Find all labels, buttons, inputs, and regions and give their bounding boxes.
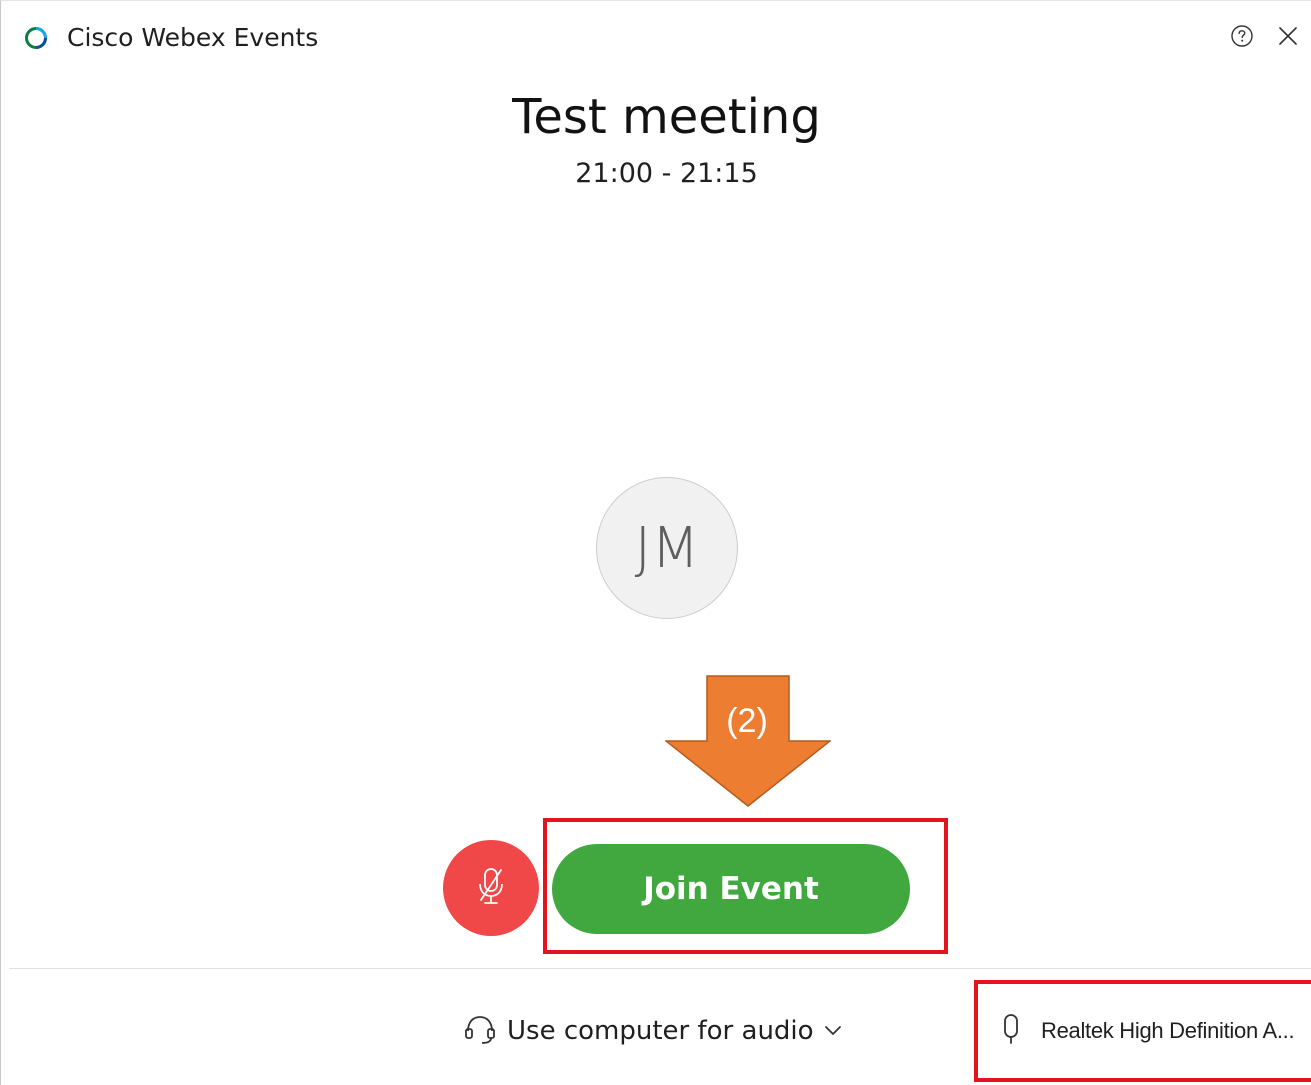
app-title: Cisco Webex Events bbox=[67, 23, 319, 52]
audio-option-label: Use computer for audio bbox=[507, 1016, 814, 1046]
help-icon bbox=[1230, 24, 1254, 52]
meeting-time: 21:00 - 21:15 bbox=[575, 158, 758, 189]
audio-connection-select[interactable]: Use computer for audio bbox=[463, 1009, 842, 1053]
title-bar: Cisco Webex Events bbox=[1, 1, 1311, 73]
meeting-title: Test meeting bbox=[512, 89, 821, 145]
close-button[interactable] bbox=[1273, 23, 1303, 53]
footer-divider bbox=[9, 968, 1311, 969]
close-icon bbox=[1277, 25, 1299, 51]
webex-logo-icon bbox=[25, 27, 47, 49]
webex-join-window: Cisco Webex Events Test meeting 21:00 - … bbox=[0, 0, 1311, 1085]
microphone-muted-icon bbox=[476, 866, 506, 910]
avatar: JM bbox=[596, 477, 738, 619]
step-label: (2) bbox=[726, 702, 768, 740]
headset-icon bbox=[463, 1012, 497, 1050]
microphone-icon bbox=[1001, 1012, 1021, 1050]
avatar-initials: JM bbox=[634, 515, 700, 581]
help-button[interactable] bbox=[1227, 23, 1257, 53]
join-event-button[interactable]: Join Event bbox=[552, 844, 910, 934]
chevron-down-icon bbox=[824, 1025, 842, 1037]
microphone-select[interactable]: Realtek High Definition A... bbox=[1001, 1009, 1295, 1053]
mute-button[interactable] bbox=[443, 840, 539, 936]
microphone-select-label: Realtek High Definition A... bbox=[1041, 1018, 1295, 1043]
